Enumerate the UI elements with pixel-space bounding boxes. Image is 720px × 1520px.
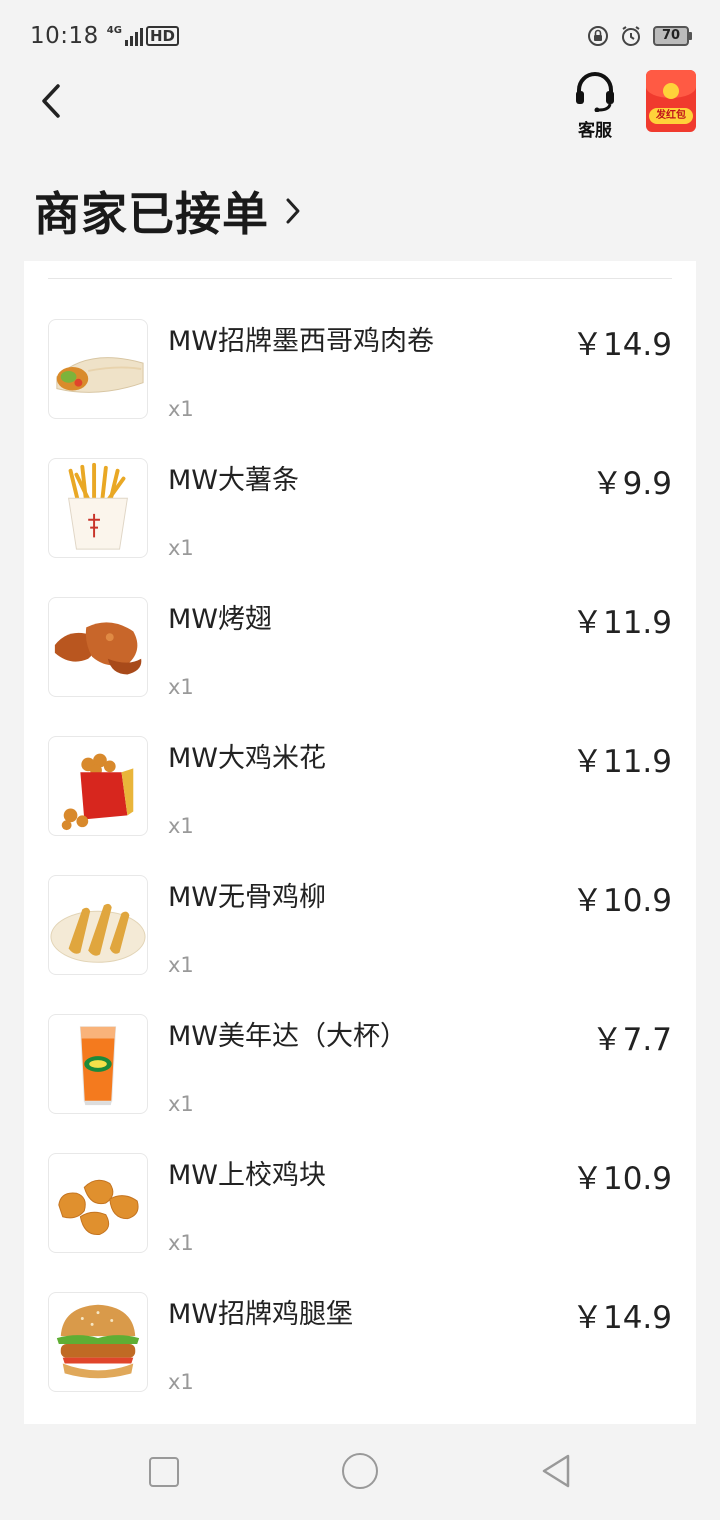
item-quantity: x1 xyxy=(168,953,194,977)
item-name: MW烤翅 xyxy=(168,604,272,635)
list-item[interactable]: MW大鸡米花 x1 ￥11.9 xyxy=(48,736,672,838)
status-left: 10:18 4G HD xyxy=(30,23,179,49)
item-quantity: x1 xyxy=(168,1231,194,1255)
network-type: 4G xyxy=(106,25,122,36)
item-price: ￥10.9 xyxy=(571,1161,672,1197)
recent-apps-button[interactable] xyxy=(149,1457,179,1487)
mirinda-cup-image xyxy=(48,1014,148,1114)
order-status-header[interactable]: 商家已接单 xyxy=(34,178,303,244)
rotation-lock-icon xyxy=(588,26,608,46)
item-name: MW上校鸡块 xyxy=(168,1160,326,1191)
status-bar: 10:18 4G HD 70 xyxy=(0,0,720,72)
hd-badge: HD xyxy=(145,26,179,46)
divider xyxy=(48,278,672,279)
status-right: 70 xyxy=(587,24,692,48)
wrap-image xyxy=(48,319,148,419)
item-price: ￥7.7 xyxy=(591,1022,672,1058)
list-item[interactable]: MW上校鸡块 x1 ￥10.9 xyxy=(48,1153,672,1255)
system-back-button[interactable] xyxy=(538,1452,574,1490)
list-item[interactable]: MW美年达（大杯） x1 ￥7.7 xyxy=(48,1014,672,1116)
nuggets-image xyxy=(48,1153,148,1253)
chevron-right-icon xyxy=(286,198,300,224)
list-item[interactable]: MW招牌墨西哥鸡肉卷 x1 ￥14.9 xyxy=(48,319,672,421)
item-quantity: x1 xyxy=(168,675,194,699)
item-name: MW大薯条 xyxy=(168,465,299,496)
list-item[interactable]: MW无骨鸡柳 x1 ￥10.9 xyxy=(48,875,672,977)
system-nav-bar xyxy=(0,1424,720,1520)
order-items-card: MW招牌墨西哥鸡肉卷 x1 ￥14.9 MW大薯条 x1 ￥9.9 MW烤翅 x… xyxy=(24,261,696,1424)
popcorn-chicken-image xyxy=(48,736,148,836)
triangle-back-icon xyxy=(542,1454,570,1488)
status-time: 10:18 xyxy=(30,23,99,49)
signal-icon xyxy=(124,28,143,46)
battery-level: 70 xyxy=(653,26,689,46)
battery-icon: 70 xyxy=(653,26,692,46)
item-price: ￥14.9 xyxy=(571,1300,672,1336)
back-button[interactable] xyxy=(30,80,74,124)
list-item[interactable]: MW招牌鸡腿堡 x1 ￥14.9 xyxy=(48,1292,672,1394)
item-price: ￥11.9 xyxy=(571,605,672,641)
item-quantity: x1 xyxy=(168,1370,194,1394)
home-button[interactable] xyxy=(342,1453,378,1489)
item-quantity: x1 xyxy=(168,397,194,421)
item-name: MW美年达（大杯） xyxy=(168,1021,407,1052)
item-name: MW大鸡米花 xyxy=(168,743,326,774)
red-packet-label: 发红包 xyxy=(649,108,693,124)
wings-image xyxy=(48,597,148,697)
red-packet-button[interactable]: 发红包 xyxy=(646,70,696,132)
chicken-strips-image xyxy=(48,875,148,975)
list-item[interactable]: MW烤翅 x1 ￥11.9 xyxy=(48,597,672,699)
item-price: ￥9.9 xyxy=(591,466,672,502)
top-nav: 客服 发红包 xyxy=(0,66,720,141)
list-item[interactable]: MW大薯条 x1 ￥9.9 xyxy=(48,458,672,560)
item-price: ￥14.9 xyxy=(571,327,672,363)
item-name: MW招牌墨西哥鸡肉卷 xyxy=(168,326,434,357)
order-status-title: 商家已接单 xyxy=(34,187,269,241)
item-quantity: x1 xyxy=(168,536,194,560)
item-quantity: x1 xyxy=(168,814,194,838)
item-price: ￥11.9 xyxy=(571,744,672,780)
item-name: MW招牌鸡腿堡 xyxy=(168,1299,353,1330)
burger-image xyxy=(48,1292,148,1392)
fries-image xyxy=(48,458,148,558)
item-quantity: x1 xyxy=(168,1092,194,1116)
headset-icon xyxy=(576,72,614,113)
item-name: MW无骨鸡柳 xyxy=(168,882,326,913)
customer-service-label: 客服 xyxy=(578,121,612,141)
chevron-left-icon xyxy=(42,84,60,118)
network-indicator: 4G HD xyxy=(107,26,179,46)
alarm-icon xyxy=(622,26,640,46)
customer-service-button[interactable]: 客服 xyxy=(566,70,624,141)
item-price: ￥10.9 xyxy=(571,883,672,919)
